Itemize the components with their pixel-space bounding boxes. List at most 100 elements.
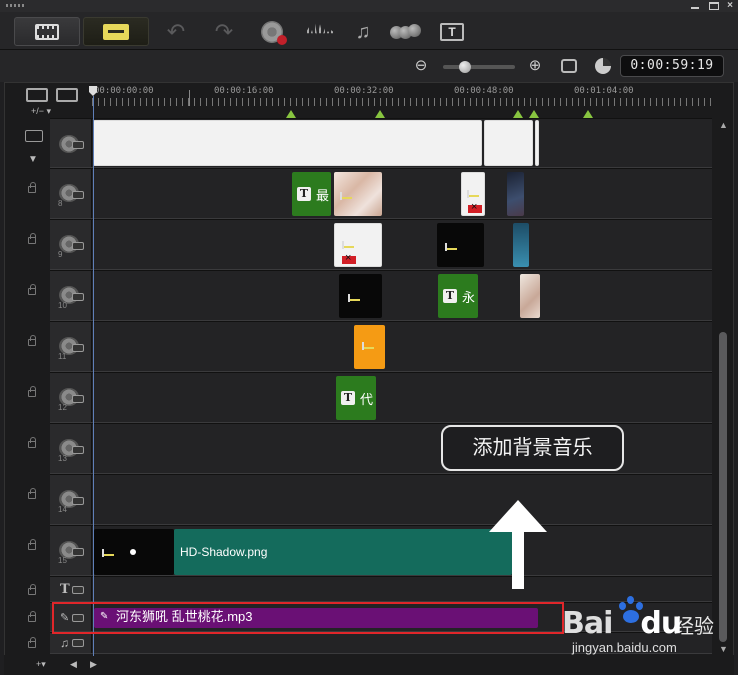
eye-icon[interactable]: [72, 586, 84, 594]
lock-icon[interactable]: [28, 637, 36, 648]
add-track-button[interactable]: +▾: [36, 659, 46, 670]
clip-type-icon: [340, 192, 354, 202]
eye-icon[interactable]: [72, 191, 84, 199]
track-header: 13: [50, 424, 92, 473]
scroll-up-icon[interactable]: ▲: [719, 120, 728, 130]
track-header: 10: [50, 271, 92, 320]
vertical-scrollbar[interactable]: ▲ ▼: [716, 118, 730, 658]
lock-icon[interactable]: [28, 284, 36, 295]
eye-icon[interactable]: [72, 446, 84, 454]
lock-icon[interactable]: [28, 488, 36, 499]
eye-icon[interactable]: [72, 344, 84, 352]
lock-icon[interactable]: [28, 539, 36, 550]
title-clip[interactable]: T最: [292, 172, 331, 216]
lock-icon[interactable]: [28, 233, 36, 244]
cue-marker[interactable]: [529, 110, 539, 118]
cue-marker[interactable]: [375, 110, 385, 118]
timeline-view-button[interactable]: [14, 17, 80, 46]
timecode-display[interactable]: 0:00:59:19: [620, 55, 724, 77]
playhead-line: [93, 96, 94, 656]
image-clip[interactable]: [461, 172, 485, 216]
video-clip[interactable]: [484, 120, 533, 166]
record-capture-button[interactable]: [252, 17, 292, 46]
title-track-icon[interactable]: T: [60, 582, 70, 597]
eye-icon[interactable]: [72, 548, 84, 556]
track-group-icon[interactable]: [25, 130, 43, 142]
audio-mixer-button[interactable]: [300, 17, 340, 46]
cue-marker[interactable]: [583, 110, 593, 118]
clock-icon[interactable]: [595, 58, 611, 74]
clip-type-icon: [467, 190, 481, 200]
lock-icon[interactable]: [28, 335, 36, 346]
overlay-clip[interactable]: HD-Shadow.png: [174, 529, 512, 575]
eye-icon[interactable]: [72, 395, 84, 403]
scroll-right-icon[interactable]: ▶: [90, 659, 97, 670]
image-clip[interactable]: [334, 172, 382, 216]
clip-type-icon: [342, 241, 356, 251]
eye-icon[interactable]: [72, 497, 84, 505]
video-clip[interactable]: [535, 120, 539, 166]
cue-marker[interactable]: [513, 110, 523, 118]
waveform-icon: [307, 22, 333, 37]
title-clip-icon: T: [297, 187, 311, 201]
auto-music-button[interactable]: ♫: [343, 17, 383, 46]
track-header: 9: [50, 220, 92, 269]
ruler-label: 00:00:32:00: [334, 86, 394, 96]
eye-icon[interactable]: [72, 141, 84, 149]
motion-tracking-button[interactable]: [385, 17, 425, 46]
image-clip[interactable]: [94, 529, 174, 575]
maximize-button[interactable]: [709, 2, 719, 10]
lock-icon[interactable]: [28, 437, 36, 448]
clip-type-icon: [362, 342, 376, 352]
lock-icon[interactable]: [28, 611, 36, 622]
music-note-icon[interactable]: ♫: [60, 636, 69, 650]
title-clip[interactable]: T代: [336, 376, 376, 420]
grip-icon[interactable]: [6, 4, 24, 7]
subtitle-editor-button[interactable]: T: [432, 17, 472, 46]
title-clip[interactable]: T永: [438, 274, 478, 318]
color-clip[interactable]: [354, 325, 385, 369]
track-number: 13: [58, 454, 67, 463]
track-number: 10: [58, 301, 67, 310]
annotation-callout: 添加背景音乐: [441, 425, 624, 471]
redo-button[interactable]: ↷: [204, 17, 244, 46]
image-clip[interactable]: [507, 172, 524, 216]
zoom-slider[interactable]: [443, 61, 515, 73]
zoom-out-button[interactable]: ⊖: [413, 58, 429, 74]
lock-icon[interactable]: [28, 584, 36, 595]
scroll-left-icon[interactable]: ◀: [70, 659, 77, 670]
track-header: [50, 119, 92, 167]
lock-icon[interactable]: [28, 182, 36, 193]
redo-icon: ↷: [214, 18, 234, 44]
undo-button[interactable]: ↶: [156, 17, 196, 46]
zoom-in-button[interactable]: ⊕: [527, 58, 543, 74]
lock-icon[interactable]: [28, 386, 36, 397]
eye-icon[interactable]: [72, 293, 84, 301]
video-clip[interactable]: [93, 120, 482, 166]
collapse-icon[interactable]: ▼: [28, 154, 38, 165]
bottom-bar: +▾ ◀ ▶: [4, 655, 734, 675]
eye-icon[interactable]: [72, 639, 84, 647]
close-button[interactable]: ×: [725, 1, 735, 11]
image-clip[interactable]: [339, 274, 382, 318]
toolbar: ↶ ↷ ♫ T: [0, 12, 738, 50]
undo-icon: ↶: [166, 18, 186, 44]
minimize-button[interactable]: [690, 2, 700, 10]
watermark-cn: 经验: [674, 616, 714, 638]
chapter-point-icon[interactable]: [56, 88, 78, 102]
image-clip[interactable]: [334, 223, 382, 267]
storyboard-view-button[interactable]: [83, 17, 149, 46]
clip-type-icon: [445, 243, 459, 253]
video-track-manager-icon[interactable]: [26, 88, 48, 102]
zoom-slider-knob[interactable]: [458, 61, 471, 73]
eye-icon[interactable]: [72, 242, 84, 250]
add-remove-tracks-button[interactable]: +/− ▾: [31, 106, 51, 117]
image-clip[interactable]: [513, 223, 529, 267]
music-reel-icon: ♫: [355, 20, 371, 43]
storyboard-icon: [103, 23, 129, 40]
time-ruler[interactable]: 00:00:00:00 00:00:16:00 00:00:32:00 00:0…: [92, 86, 712, 118]
image-clip[interactable]: [520, 274, 540, 318]
image-clip[interactable]: [437, 223, 484, 267]
fit-project-button[interactable]: [561, 59, 577, 73]
cue-marker[interactable]: [286, 110, 296, 118]
